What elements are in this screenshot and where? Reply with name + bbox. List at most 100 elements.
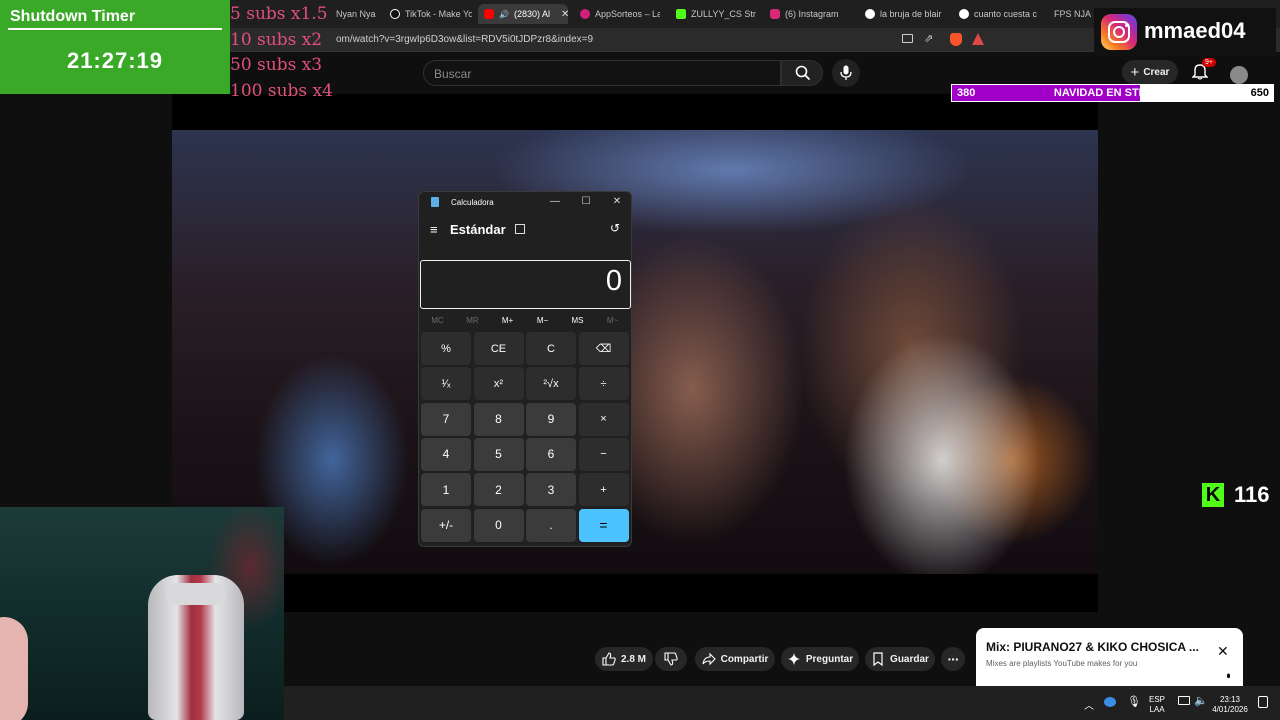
save-button[interactable]: Guardar [865,647,935,671]
maximize-icon[interactable]: ☐ [576,195,596,209]
notification-center-icon[interactable] [1258,696,1268,708]
clear-entry-key[interactable]: CE [473,332,524,365]
search-button[interactable] [781,60,823,86]
tab-fps[interactable]: FPS NJA [1054,4,1094,24]
square-root-key[interactable]: ²√x [526,367,576,401]
mix-title: Mix: PIURANO27 & KIKO CHOSICA ... [986,640,1199,654]
square-key[interactable]: x² [473,367,524,401]
digit-2-key[interactable]: 2 [473,473,524,507]
add-key[interactable]: + [578,473,629,507]
kick-icon [676,9,686,19]
close-icon[interactable]: ✕ [607,195,627,209]
close-icon[interactable]: ✕ [1217,643,1229,660]
video-player[interactable] [172,94,1098,612]
digit-7-key[interactable]: 7 [421,402,471,436]
tab-kick[interactable]: ZULLYY_CS Strea [676,4,756,24]
display-value: 0 [605,265,622,297]
minimize-icon[interactable]: — [545,195,565,209]
ask-button[interactable]: Preguntar [781,647,859,671]
kick-icon: K [1202,483,1224,507]
timer-value: 21:27:19 [66,48,164,73]
voice-search-button[interactable] [832,59,860,87]
network-icon[interactable] [1178,696,1190,705]
memory-button[interactable]: MS [560,316,595,325]
instagram-icon [770,9,780,19]
clock-time: 23:13 [1219,695,1241,704]
negate-key[interactable]: +/- [421,508,471,542]
search-input[interactable]: Buscar [423,60,781,86]
digit-6-key[interactable]: 6 [526,437,576,471]
digit-0-key[interactable]: 0 [473,508,524,542]
language-top: ESP [1148,695,1165,704]
calculator-app-icon [431,197,439,207]
divide-key[interactable]: ÷ [578,367,629,401]
digit-8-key[interactable]: 8 [473,402,524,436]
notifications-button[interactable]: 9+ [1191,58,1216,85]
tab-nyan[interactable]: Nyan Nya [336,4,382,24]
create-button[interactable]: + Crear [1122,60,1178,84]
share-button[interactable]: Compartir [695,647,775,671]
chevron-up-icon[interactable]: ︿ [1084,697,1094,712]
clear-key[interactable]: C [526,332,576,365]
more-vertical-icon[interactable]: ••• [1222,673,1234,676]
digit-5-key[interactable]: 5 [473,437,524,471]
cast-icon[interactable] [902,34,913,43]
volume-icon[interactable]: 🔈 [1194,694,1208,707]
calculator-titlebar[interactable]: Calculadora — ☐ ✕ [419,192,631,212]
tab-label: FPS NJA [1054,9,1092,19]
digit-4-key[interactable]: 4 [421,437,471,471]
percent-key[interactable]: % [421,332,471,365]
decimal-key[interactable]: . [526,508,576,542]
dislike-button[interactable] [655,647,687,671]
reciprocal-key[interactable]: ¹⁄ₓ [421,367,471,401]
tab-google-blair[interactable]: la bruja de blair [865,4,943,24]
subs-multiplier-4: 100 subs x4 [230,81,333,101]
memory-button[interactable]: M− [525,316,560,325]
digit-3-key[interactable]: 3 [526,473,576,507]
tab-youtube-active[interactable]: 🔊 (2830) Al ✕ [478,4,568,24]
mix-playlist-card[interactable]: Mix: PIURANO27 & KIKO CHOSICA ... Mixes … [976,628,1243,692]
tab-google-cuanto[interactable]: cuanto cuesta cr [959,4,1037,24]
share-page-icon[interactable]: ⇗ [924,32,933,45]
avatar[interactable] [1230,66,1248,84]
speaker-icon: 🔊 [499,9,509,19]
more-actions-button[interactable]: ··· [941,647,965,671]
bookmark-icon [873,652,883,666]
calculator-window[interactable]: Calculadora — ☐ ✕ ≡ Estándar ↺ 0 MC MR M+ M… [418,191,632,547]
save-label: Guardar [890,653,929,665]
close-tab-icon[interactable]: ✕ [561,9,568,20]
brave-shield-icon[interactable] [950,33,962,46]
tab-tiktok[interactable]: TikTok - Make Yo [390,4,472,24]
url-text[interactable]: om/watch?v=3rgwIp6D3ow&list=RDV5i0tJDPzr… [336,34,593,45]
hamburger-menu-icon[interactable]: ≡ [430,222,438,237]
subtract-key[interactable]: − [578,437,629,471]
clock[interactable]: 23:13 4/01/2026 [1210,695,1250,715]
multiply-key[interactable]: × [578,402,629,436]
mix-subtitle: Mixes are playlists YouTube makes for yo… [986,659,1138,668]
like-button[interactable]: 2.8 M [595,647,653,671]
language-indicator[interactable]: ESP LAA [1146,695,1168,715]
digit-9-key[interactable]: 9 [526,402,576,436]
calculator-display: 0 [420,260,631,309]
kick-viewer-count: K 116 [1202,482,1270,508]
history-icon[interactable]: ↺ [610,221,620,235]
digit-1-key[interactable]: 1 [421,473,471,507]
sparkle-icon [787,653,800,665]
thumbs-down-icon [664,652,678,666]
viewer-count: 116 [1234,482,1270,507]
memory-button[interactable]: M+ [490,316,525,325]
thumbs-up-icon [602,652,616,666]
youtube-icon [484,9,494,19]
tab-instagram[interactable]: (6) Instagram [770,4,850,24]
brave-rewards-icon[interactable] [972,33,984,45]
memory-button: MC [431,316,444,325]
onedrive-icon[interactable] [1104,697,1116,707]
tab-appsorteos[interactable]: AppSorteos – La [580,4,660,24]
subs-multiplier-3: 50 subs x3 [230,55,323,75]
search-icon [795,65,811,81]
microphone-icon [840,65,852,80]
microphone-icon[interactable]: 🎙 [1127,695,1141,708]
keep-on-top-icon[interactable] [515,224,525,234]
backspace-key[interactable]: ⌫ [578,332,629,365]
equals-key[interactable]: = [578,508,629,542]
